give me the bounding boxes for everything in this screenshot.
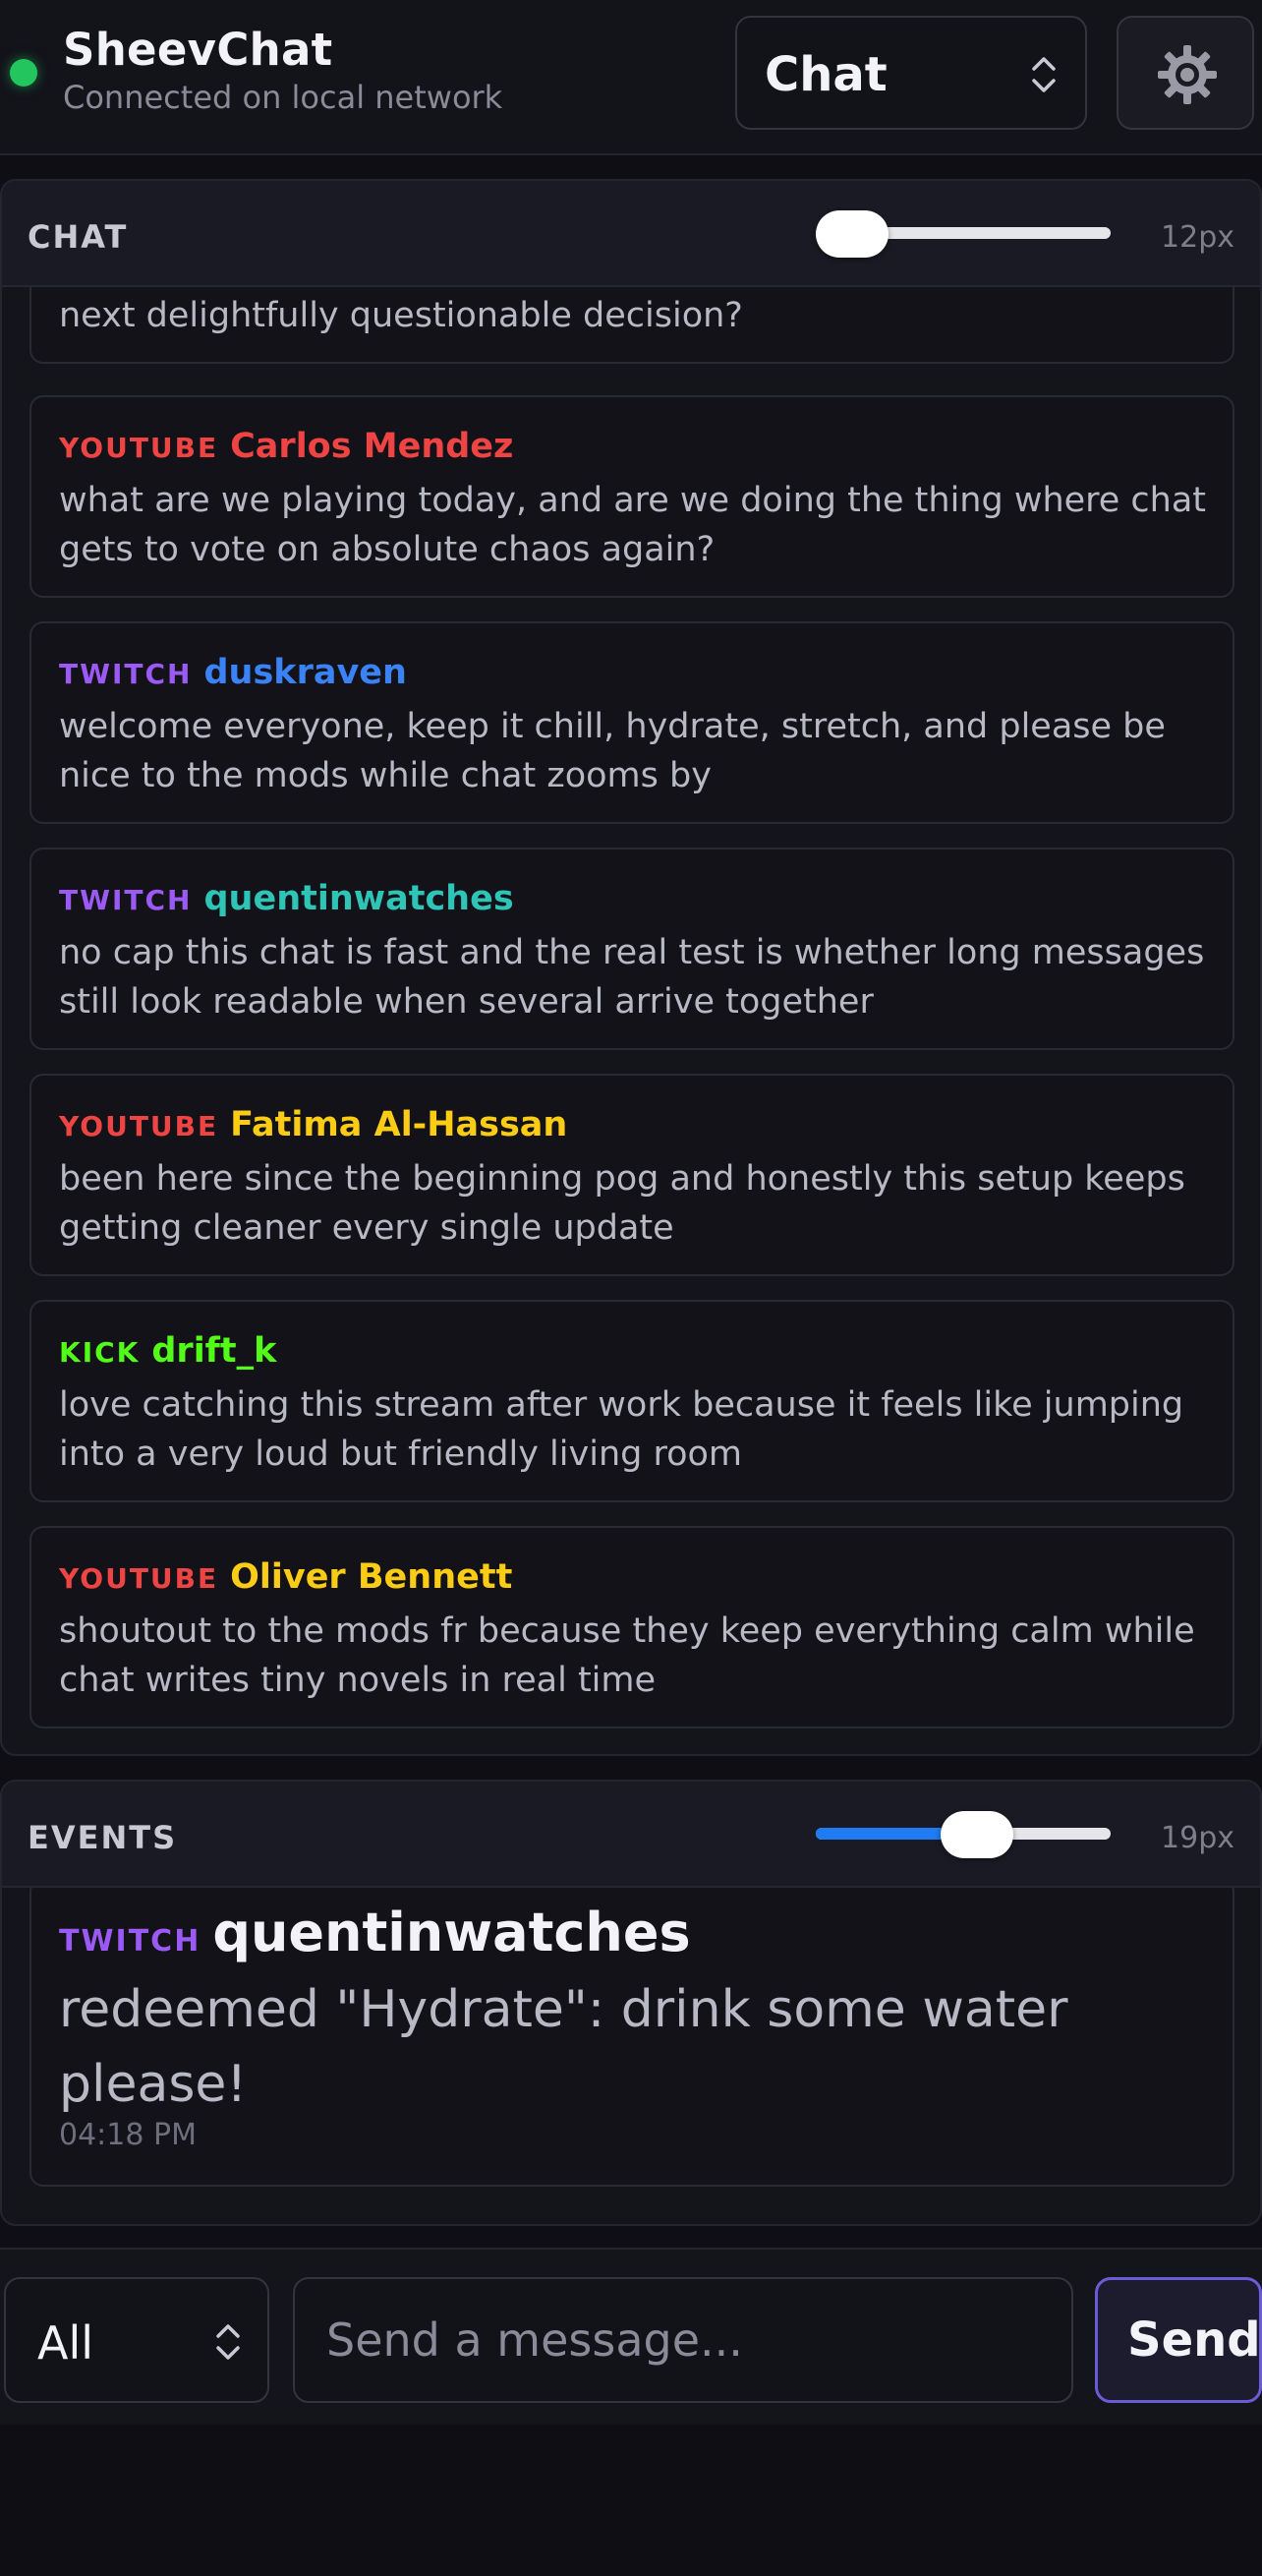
app-header: SheevChat Connected on local network Cha… [0,0,1262,155]
app-title: SheevChat [63,24,333,76]
chat-message: YOUTUBE Fatima Al-Hassan been here since … [29,1074,1234,1276]
message-text: welcome everyone, keep it chill, hydrate… [59,707,1166,795]
message-text: no cap this chat is fast and the real te… [59,933,1205,1022]
message-username[interactable]: duskraven [203,653,406,692]
platform-target-selected: All [37,2316,94,2370]
message-text: what are we playing today, and are we do… [59,481,1207,569]
events-panel-title: EVENTS [28,1819,178,1856]
platform-badge: KICK [59,1336,141,1369]
message-username[interactable]: drift_k [151,1331,276,1371]
chat-font-size-label: 12px [1161,220,1234,255]
chat-panel-header: CHAT 12px [2,181,1260,287]
message-username[interactable]: Oliver Bennett [230,1557,512,1597]
chevron-updown-icon [1032,57,1056,92]
message-composer: All Send [0,2248,1262,2425]
slider-thumb[interactable] [816,210,889,258]
send-button[interactable]: Send [1095,2277,1262,2403]
event-timestamp: 04:18 PM [59,2118,197,2152]
message-username[interactable]: Carlos Mendez [230,427,513,466]
message-input[interactable] [293,2277,1073,2403]
message-text: been here since the beginning pog and ho… [59,1159,1185,1248]
events-panel-header: EVENTS 19px [2,1782,1260,1888]
chat-font-size-slider[interactable] [816,210,1111,258]
view-mode-selected: Chat [765,47,888,102]
event-item: TWITCH quentinwatches redeemed "Hydrate":… [29,1878,1234,2187]
chat-message: YOUTUBE Oliver Bennett shoutout to the mo… [29,1526,1234,1728]
platform-badge: YOUTUBE [59,1562,219,1595]
settings-button[interactable] [1117,16,1254,130]
event-text: redeemed "Hydrate": drink some water ple… [59,1980,1068,2114]
platform-badge: TWITCH [59,884,193,916]
chat-message: TWITCH quentinwatches no cap this chat is… [29,848,1234,1050]
message-username[interactable]: Fatima Al-Hassan [230,1105,567,1144]
event-username[interactable]: quentinwatches [212,1902,690,1963]
platform-badge: TWITCH [59,658,193,690]
platform-badge: TWITCH [59,1924,201,1959]
slider-thumb[interactable] [940,1811,1013,1858]
events-font-size-label: 19px [1161,1821,1234,1855]
bottom-safe-area [0,2425,1262,2576]
connection-status-dot [10,59,37,87]
platform-target-select[interactable]: All [4,2277,269,2403]
chat-panel: CHAT 12px next delightfully questionable… [0,179,1262,1756]
events-panel: EVENTS 19px TWITCH quentinwatches redeeme… [0,1780,1262,2226]
platform-badge: YOUTUBE [59,432,219,464]
chat-panel-title: CHAT [28,218,129,256]
message-username[interactable]: quentinwatches [203,879,513,918]
message-text: love catching this stream after work bec… [59,1385,1184,1474]
chat-message: YOUTUBE Carlos Mendez what are we playing… [29,395,1234,598]
message-text: shoutout to the mods fr because they kee… [59,1611,1195,1700]
chat-message: TWITCH duskraven welcome everyone, keep i… [29,621,1234,824]
gear-icon [1158,45,1217,104]
chevron-updown-icon [216,2324,240,2360]
platform-badge: YOUTUBE [59,1110,219,1142]
connection-status-text: Connected on local network [63,79,503,116]
view-mode-select[interactable]: Chat [735,16,1087,130]
events-font-size-slider[interactable] [816,1811,1111,1858]
message-text: next delightfully questionable decision? [59,296,743,335]
chat-message: KICK drift_k love catching this stream af… [29,1300,1234,1502]
